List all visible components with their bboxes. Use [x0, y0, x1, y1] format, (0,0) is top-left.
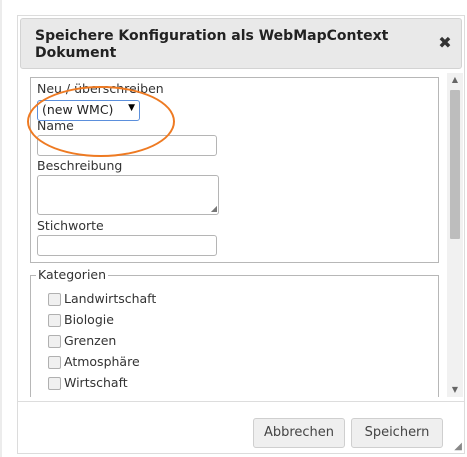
category-checkbox[interactable] [48, 314, 61, 327]
keywords-label: Stichworte [37, 218, 104, 233]
category-checkbox[interactable] [48, 293, 61, 306]
save-button[interactable]: Speichern [351, 418, 443, 448]
category-checkbox[interactable] [48, 356, 61, 369]
description-label: Beschreibung [37, 158, 123, 173]
close-icon[interactable]: ✖ [437, 35, 453, 51]
category-label: Grenzen [64, 333, 117, 348]
category-label: Wirtschaft [64, 375, 128, 390]
annotation-highlight-ellipse [27, 86, 175, 157]
category-label: Biologie [64, 312, 114, 327]
dialog-resize-icon[interactable]: ◢ [454, 442, 462, 452]
dialog-title: Speichere Konfiguration als WebMapContex… [35, 28, 389, 61]
resize-grip-icon[interactable]: ◢ [211, 205, 217, 213]
scroll-up-icon[interactable]: ▲ [447, 73, 463, 87]
content-scrollbar[interactable]: ▲ ▼ [447, 73, 463, 397]
description-textarea[interactable]: ◢ [37, 175, 219, 215]
category-label: Landwirtschaft [64, 291, 157, 306]
categories-fieldset: Kategorien Landwirtschaft Biologie Grenz… [30, 267, 439, 397]
page-edge [0, 0, 2, 457]
category-checkbox[interactable] [48, 377, 61, 390]
save-wmc-dialog: Speichere Konfiguration als WebMapContex… [17, 15, 465, 454]
scrollbar-thumb[interactable] [450, 90, 460, 239]
dialog-titlebar[interactable]: Speichere Konfiguration als WebMapContex… [20, 18, 462, 69]
categories-legend: Kategorien [36, 267, 109, 282]
category-label: Atmosphäre [64, 354, 140, 369]
category-checkbox[interactable] [48, 335, 61, 348]
scroll-down-icon[interactable]: ▼ [447, 383, 463, 397]
cancel-button[interactable]: Abbrechen [253, 418, 345, 448]
keywords-input[interactable] [37, 235, 217, 256]
dialog-footer: Abbrechen Speichern ◢ [18, 401, 464, 454]
